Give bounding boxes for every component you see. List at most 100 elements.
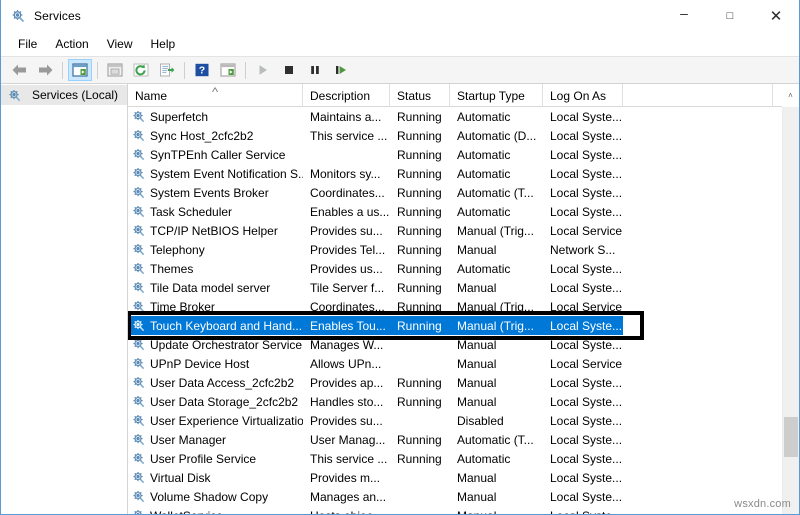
cell-logon: Local Syste... — [543, 506, 623, 515]
table-row[interactable]: TCP/IP NetBIOS HelperProvides su...Runni… — [128, 221, 782, 240]
console-tree-pane: Services (Local) — [1, 84, 128, 515]
cell-description: Coordinates... — [303, 183, 390, 202]
forward-arrow-icon[interactable] — [33, 59, 57, 81]
cell-description: Provides Tel... — [303, 240, 390, 259]
table-row[interactable]: Virtual DiskProvides m...ManualLocal Sys… — [128, 468, 782, 487]
table-row[interactable]: Task SchedulerEnables a us...RunningAuto… — [128, 202, 782, 221]
service-gear-icon — [131, 109, 146, 124]
cell-text: User Data Storage_2cfc2b2 — [150, 395, 298, 409]
show-hide-action-pane-icon[interactable] — [216, 59, 240, 81]
service-gear-icon — [131, 223, 146, 238]
table-row[interactable]: User ManagerUser Manag...RunningAutomati… — [128, 430, 782, 449]
help-icon[interactable]: ? — [190, 59, 214, 81]
cell-text: Volume Shadow Copy — [150, 490, 268, 504]
cell-description: Tile Server f... — [303, 278, 390, 297]
table-row[interactable]: WalletServiceHosts objec...ManualLocal S… — [128, 506, 782, 515]
table-row[interactable]: TelephonyProvides Tel...RunningManualNet… — [128, 240, 782, 259]
services-gear-icon — [7, 88, 22, 103]
window-controls: – □ ✕ — [661, 0, 799, 33]
stop-service-icon[interactable] — [277, 59, 301, 81]
column-header-status[interactable]: Status — [390, 84, 450, 107]
scroll-up-arrow-icon[interactable]: ˄ — [782, 84, 799, 107]
cell-description: Enables a us... — [303, 202, 390, 221]
show-hide-console-tree-icon[interactable] — [68, 59, 92, 81]
table-row-selected[interactable]: Touch Keyboard and Hand...Enables Tou...… — [128, 316, 782, 335]
menu-action[interactable]: Action — [46, 34, 97, 55]
refresh-icon[interactable] — [129, 59, 153, 81]
table-row[interactable]: SuperfetchMaintains a...RunningAutomatic… — [128, 107, 782, 126]
service-gear-icon — [131, 185, 146, 200]
cell-text: WalletService — [150, 509, 223, 515]
service-gear-icon — [131, 337, 146, 352]
cell-name: Update Orchestrator Service — [128, 335, 303, 354]
cell-text: System Event Notification S... — [150, 167, 303, 181]
cell-logon: Local Syste... — [543, 183, 623, 202]
table-row[interactable]: Tile Data model serverTile Server f...Ru… — [128, 278, 782, 297]
cell-text: UPnP Device Host — [150, 357, 249, 371]
menu-help[interactable]: Help — [142, 34, 185, 55]
table-row[interactable]: User Experience Virtualizatio...Provides… — [128, 411, 782, 430]
cell-startup: Manual (Trig... — [450, 221, 543, 240]
table-row[interactable]: System Events BrokerCoordinates...Runnin… — [128, 183, 782, 202]
cell-startup: Manual — [450, 373, 543, 392]
toolbar-separator — [245, 62, 246, 79]
cell-startup: Manual — [450, 506, 543, 515]
cell-text: User Data Access_2cfc2b2 — [150, 376, 294, 390]
column-header-description[interactable]: Description — [303, 84, 390, 107]
table-row[interactable]: Update Orchestrator ServiceManages W...M… — [128, 335, 782, 354]
column-header-blank[interactable] — [623, 84, 773, 107]
cell-status: Running — [390, 316, 450, 335]
restart-service-icon[interactable] — [329, 59, 353, 81]
table-row[interactable]: Volume Shadow CopyManages an...ManualLoc… — [128, 487, 782, 506]
table-row[interactable]: User Data Storage_2cfc2b2Handles sto...R… — [128, 392, 782, 411]
pause-service-icon[interactable] — [303, 59, 327, 81]
table-row[interactable]: Sync Host_2cfc2b2This service ...Running… — [128, 126, 782, 145]
toolbar-separator — [97, 62, 98, 79]
scrollbar-thumb[interactable] — [784, 417, 798, 457]
export-list-icon[interactable] — [155, 59, 179, 81]
cell-description: User Manag... — [303, 430, 390, 449]
cell-logon: Local Syste... — [543, 430, 623, 449]
table-row[interactable]: UPnP Device HostAllows UPn...ManualLocal… — [128, 354, 782, 373]
table-row[interactable]: System Event Notification S...Monitors s… — [128, 164, 782, 183]
sidebar-item-services-local[interactable]: Services (Local) — [1, 85, 127, 105]
table-row[interactable]: Time BrokerCoordinates...RunningManual (… — [128, 297, 782, 316]
table-row[interactable]: User Data Access_2cfc2b2Provides ap...Ru… — [128, 373, 782, 392]
column-header-log-on-as[interactable]: Log On As — [543, 84, 623, 107]
service-gear-icon — [131, 508, 146, 515]
column-header-label: Startup Type — [457, 89, 525, 103]
menu-file[interactable]: File — [9, 34, 46, 55]
cell-text: User Manager — [150, 433, 226, 447]
cell-startup: Manual — [450, 335, 543, 354]
properties-icon[interactable] — [103, 59, 127, 81]
column-header-name[interactable]: Name˄ — [128, 84, 303, 107]
menu-view[interactable]: View — [98, 34, 142, 55]
service-gear-icon — [131, 204, 146, 219]
maximize-button[interactable]: □ — [707, 0, 753, 33]
minimize-button[interactable]: – — [661, 0, 707, 33]
cell-logon: Local Syste... — [543, 259, 623, 278]
cell-name: User Experience Virtualizatio... — [128, 411, 303, 430]
title-bar: Services – □ ✕ — [1, 0, 799, 33]
column-header-startup-type[interactable]: Startup Type — [450, 84, 543, 107]
vertical-scrollbar[interactable] — [782, 107, 799, 515]
cell-name: TCP/IP NetBIOS Helper — [128, 221, 303, 240]
start-service-icon[interactable] — [251, 59, 275, 81]
table-row[interactable]: SynTPEnh Caller ServiceRunningAutomaticL… — [128, 145, 782, 164]
cell-status: Running — [390, 126, 450, 145]
cell-logon: Network S... — [543, 240, 623, 259]
cell-logon: Local Service — [543, 297, 623, 316]
cell-status: Running — [390, 221, 450, 240]
service-gear-icon — [131, 242, 146, 257]
cell-startup: Automatic — [450, 164, 543, 183]
table-row[interactable]: User Profile ServiceThis service ...Runn… — [128, 449, 782, 468]
cell-status: Running — [390, 145, 450, 164]
cell-status — [390, 506, 450, 515]
back-arrow-icon[interactable] — [7, 59, 31, 81]
cell-startup: Automatic (D... — [450, 126, 543, 145]
close-button[interactable]: ✕ — [753, 0, 799, 33]
cell-startup: Manual — [450, 354, 543, 373]
cell-logon: Local Syste... — [543, 278, 623, 297]
table-row[interactable]: ThemesProvides us...RunningAutomaticLoca… — [128, 259, 782, 278]
cell-name: Task Scheduler — [128, 202, 303, 221]
